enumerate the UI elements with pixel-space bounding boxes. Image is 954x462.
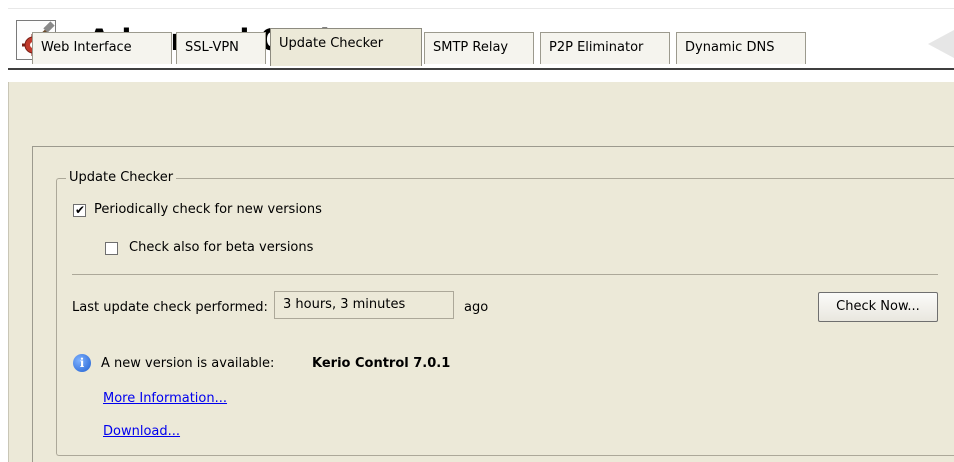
new-version-label: A new version is available: <box>101 356 275 371</box>
header-top-rule <box>8 8 954 9</box>
beta-check-checkbox[interactable] <box>105 242 118 255</box>
periodic-check-label: Periodically check for new versions <box>94 202 322 217</box>
last-check-value: 3 hours, 3 minutes <box>274 291 454 319</box>
groupbox-title: Update Checker <box>66 169 177 187</box>
more-information-link[interactable]: More Information... <box>103 390 227 408</box>
checkmark-icon: ✔ <box>75 203 86 217</box>
tab-strip-line <box>32 146 954 147</box>
tab-p2p-eliminator[interactable]: P2P Eliminator <box>540 32 670 64</box>
header-decoration-shape <box>928 30 954 58</box>
periodic-check-checkbox[interactable]: ✔ <box>73 203 86 217</box>
separator <box>72 274 938 275</box>
header-rule <box>8 68 954 70</box>
tab-ssl-vpn[interactable]: SSL-VPN <box>176 32 266 64</box>
tab-dynamic-dns[interactable]: Dynamic DNS <box>676 32 806 64</box>
tab-update-checker[interactable]: Update Checker <box>270 28 422 66</box>
beta-check-label: Check also for beta versions <box>129 240 314 255</box>
download-link[interactable]: Download... <box>103 423 180 441</box>
info-icon: i <box>73 354 91 372</box>
last-check-suffix: ago <box>464 300 489 315</box>
check-now-button[interactable]: Check Now... <box>818 292 938 322</box>
tab-smtp-relay[interactable]: SMTP Relay <box>424 32 534 64</box>
new-version-value: Kerio Control 7.0.1 <box>312 356 451 371</box>
last-check-label: Last update check performed: <box>72 300 268 315</box>
tab-web-interface[interactable]: Web Interface <box>32 32 172 64</box>
tab-panel-left-border <box>32 146 33 462</box>
